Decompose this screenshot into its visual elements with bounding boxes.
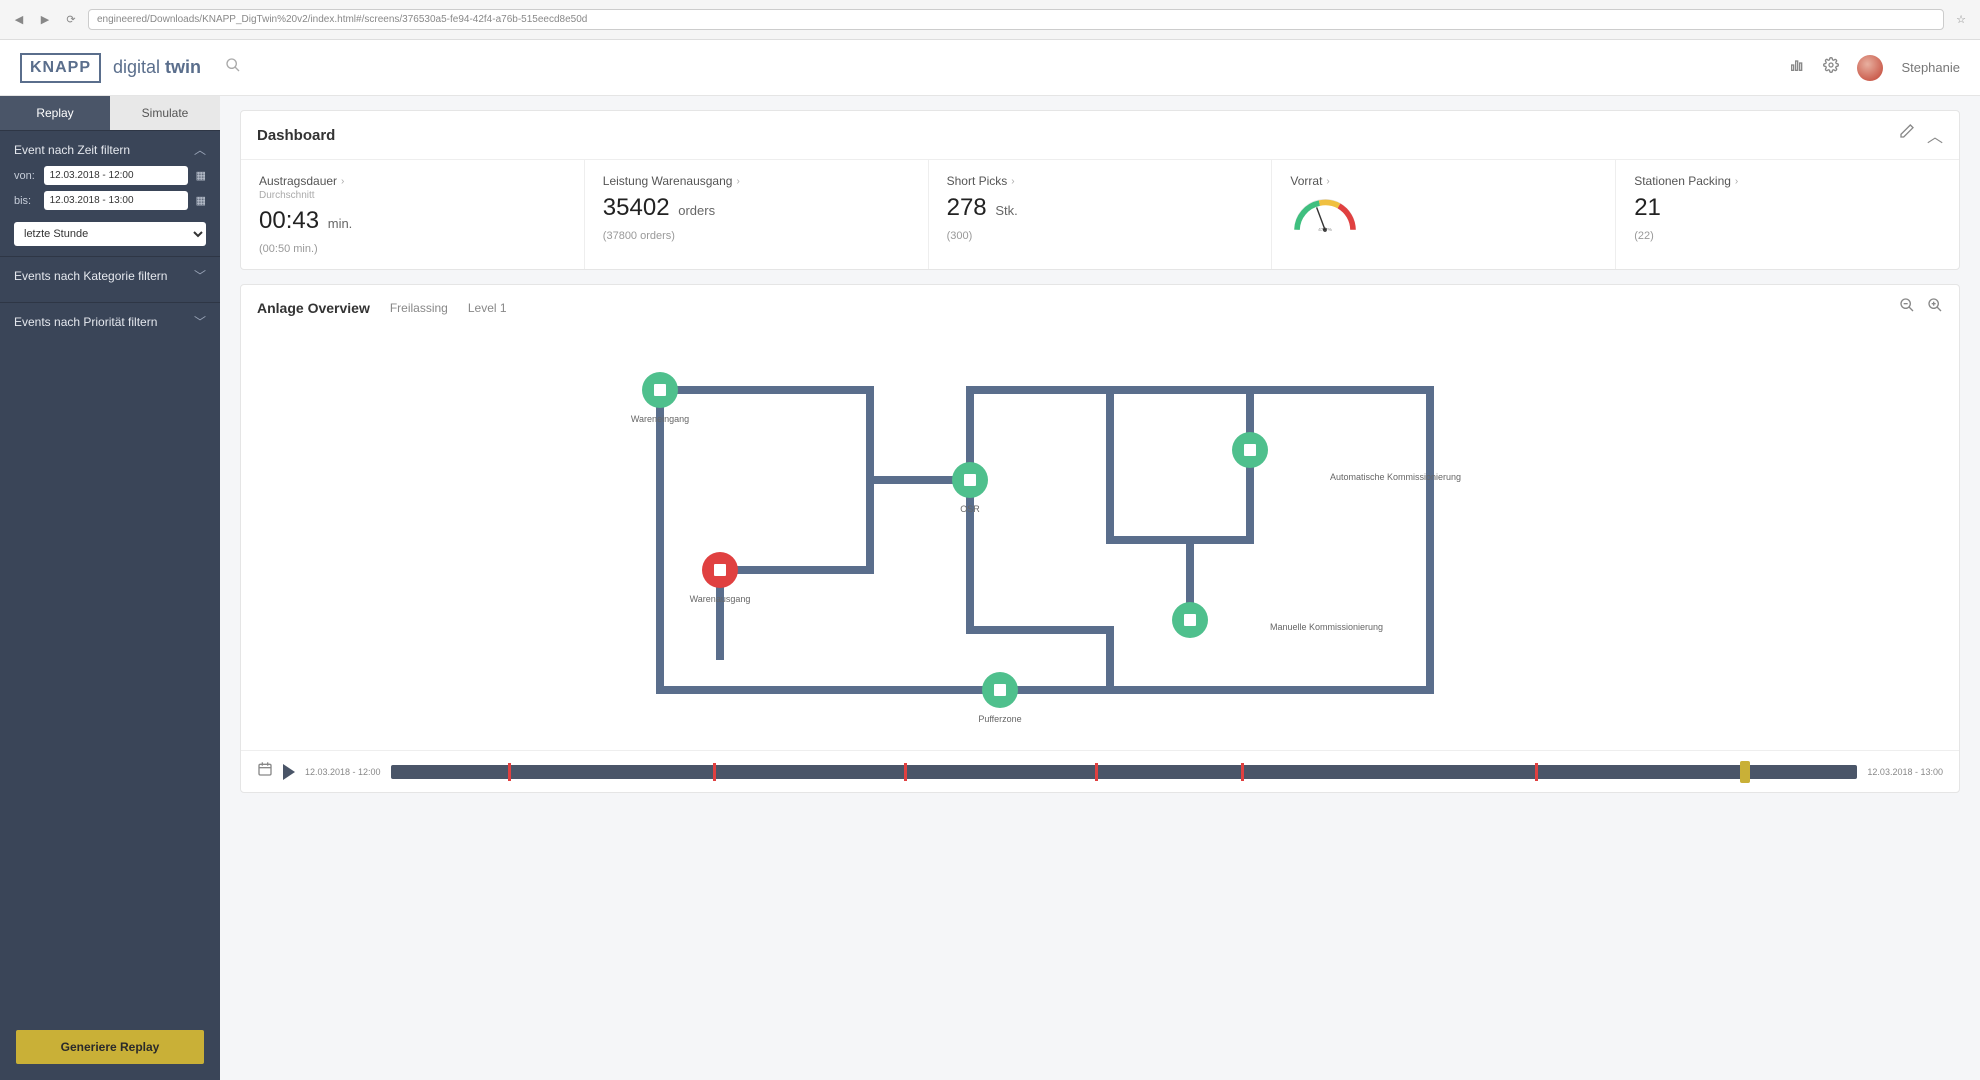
to-date-input[interactable] — [44, 191, 188, 210]
generate-replay-button[interactable]: Generiere Replay — [16, 1030, 204, 1064]
chevron-right-icon: › — [341, 176, 344, 187]
filter-category-section[interactable]: Events nach Kategorie filtern ﹀ — [0, 256, 220, 302]
timeline-marker[interactable] — [1535, 763, 1538, 781]
content-area: Dashboard ︿ Austragsdauer› Durchschnitt … — [220, 96, 1980, 1080]
chevron-up-icon[interactable]: ︿ — [194, 141, 206, 158]
kpi-vorrat[interactable]: Vorrat› 47.7% — [1271, 160, 1615, 269]
timeline-marker[interactable] — [1095, 763, 1098, 781]
breadcrumb-item[interactable]: Freilassing — [390, 301, 448, 315]
chevron-right-icon: › — [1326, 176, 1329, 187]
kpi-leistung-warenausgang[interactable]: Leistung Warenausgang› 35402 orders (378… — [584, 160, 928, 269]
timeline-end-label: 12.03.2018 - 13:00 — [1867, 767, 1943, 777]
chevron-down-icon[interactable]: ﹀ — [194, 267, 206, 284]
brand-logo: KNAPP — [20, 53, 101, 83]
collapse-icon[interactable]: ︿ — [1927, 123, 1943, 147]
filter-priority-title: Events nach Priorität filtern — [14, 315, 157, 329]
timeline-start-label: 12.03.2018 - 12:00 — [305, 767, 381, 777]
timeline-marker[interactable] — [713, 763, 716, 781]
timeline-marker[interactable] — [508, 763, 511, 781]
filter-category-title: Events nach Kategorie filtern — [14, 269, 167, 283]
browser-bookmark-icon: ☆ — [1952, 11, 1970, 29]
product-name: digital twin — [113, 57, 201, 78]
app-header: KNAPP digital twin Stephanie — [0, 40, 1980, 96]
timeline-marker[interactable] — [904, 763, 907, 781]
range-select[interactable]: letzte Stunde — [14, 222, 206, 246]
avatar[interactable] — [1857, 55, 1883, 81]
svg-text:Pufferzone: Pufferzone — [978, 714, 1021, 724]
tab-replay[interactable]: Replay — [0, 96, 110, 130]
timeline-playhead[interactable] — [1740, 761, 1750, 783]
dashboard-title: Dashboard — [257, 127, 335, 144]
breadcrumb: Freilassing Level 1 — [390, 301, 507, 315]
search-icon[interactable] — [225, 57, 241, 78]
timeline-track[interactable] — [391, 765, 1858, 779]
browser-forward-button[interactable]: ▶ — [36, 11, 54, 29]
zoom-in-icon[interactable] — [1927, 297, 1943, 318]
chevron-down-icon[interactable]: ﹀ — [194, 313, 206, 330]
username: Stephanie — [1901, 60, 1960, 75]
svg-text:Manuelle Kommissionierung: Manuelle Kommissionierung — [1270, 622, 1383, 632]
tab-simulate[interactable]: Simulate — [110, 96, 220, 130]
overview-title: Anlage Overview — [257, 300, 370, 316]
browser-chrome: ◀ ▶ ⟳ engineered/Downloads/KNAPP_DigTwin… — [0, 0, 1980, 40]
edit-icon[interactable] — [1899, 123, 1915, 147]
facility-diagram[interactable]: Wareneingang OSR Automatische Kommission… — [241, 330, 1959, 750]
timeline-marker[interactable] — [1241, 763, 1244, 781]
browser-reload-button[interactable]: ⟳ — [62, 11, 80, 29]
calendar-icon[interactable]: ▦ — [196, 194, 206, 207]
svg-text:Wareneingang: Wareneingang — [631, 414, 689, 424]
gauge-chart: 47.7% — [1290, 194, 1360, 234]
settings-icon[interactable] — [1823, 57, 1839, 78]
kpi-austragsdauer[interactable]: Austragsdauer› Durchschnitt 00:43 min. (… — [241, 160, 584, 269]
browser-url[interactable]: engineered/Downloads/KNAPP_DigTwin%20v2/… — [88, 9, 1944, 30]
play-button[interactable] — [283, 764, 295, 780]
filter-time-section: Event nach Zeit filtern ︿ von: ▦ bis: ▦ … — [0, 130, 220, 256]
dashboard-panel: Dashboard ︿ Austragsdauer› Durchschnitt … — [240, 110, 1960, 270]
chevron-right-icon: › — [1735, 176, 1738, 187]
chart-icon[interactable] — [1789, 57, 1805, 78]
kpi-stationen-packing[interactable]: Stationen Packing› 21 (22) — [1615, 160, 1959, 269]
timeline: 12.03.2018 - 12:00 12.03.2018 - 13:00 — [241, 750, 1959, 792]
from-label: von: — [14, 170, 36, 182]
kpi-short-picks[interactable]: Short Picks› 278 Stk. (300) — [928, 160, 1272, 269]
browser-back-button[interactable]: ◀ — [10, 11, 28, 29]
filter-time-title: Event nach Zeit filtern — [14, 143, 130, 157]
svg-text:OSR: OSR — [960, 504, 980, 514]
from-date-input[interactable] — [44, 166, 188, 185]
svg-text:Warenausgang: Warenausgang — [690, 594, 751, 604]
svg-text:Automatische Kommissionierung: Automatische Kommissionierung — [1330, 472, 1461, 482]
calendar-icon[interactable]: ▦ — [196, 169, 206, 182]
breadcrumb-item[interactable]: Level 1 — [468, 301, 507, 315]
zoom-out-icon[interactable] — [1899, 297, 1915, 318]
filter-priority-section[interactable]: Events nach Priorität filtern ﹀ — [0, 302, 220, 348]
calendar-icon[interactable] — [257, 761, 273, 782]
sidebar: Replay Simulate Event nach Zeit filtern … — [0, 96, 220, 1080]
chevron-right-icon: › — [736, 176, 739, 187]
svg-text:47.7%: 47.7% — [1318, 227, 1333, 233]
chevron-right-icon: › — [1011, 176, 1014, 187]
to-label: bis: — [14, 195, 36, 207]
anlage-overview-panel: Anlage Overview Freilassing Level 1 — [240, 284, 1960, 793]
